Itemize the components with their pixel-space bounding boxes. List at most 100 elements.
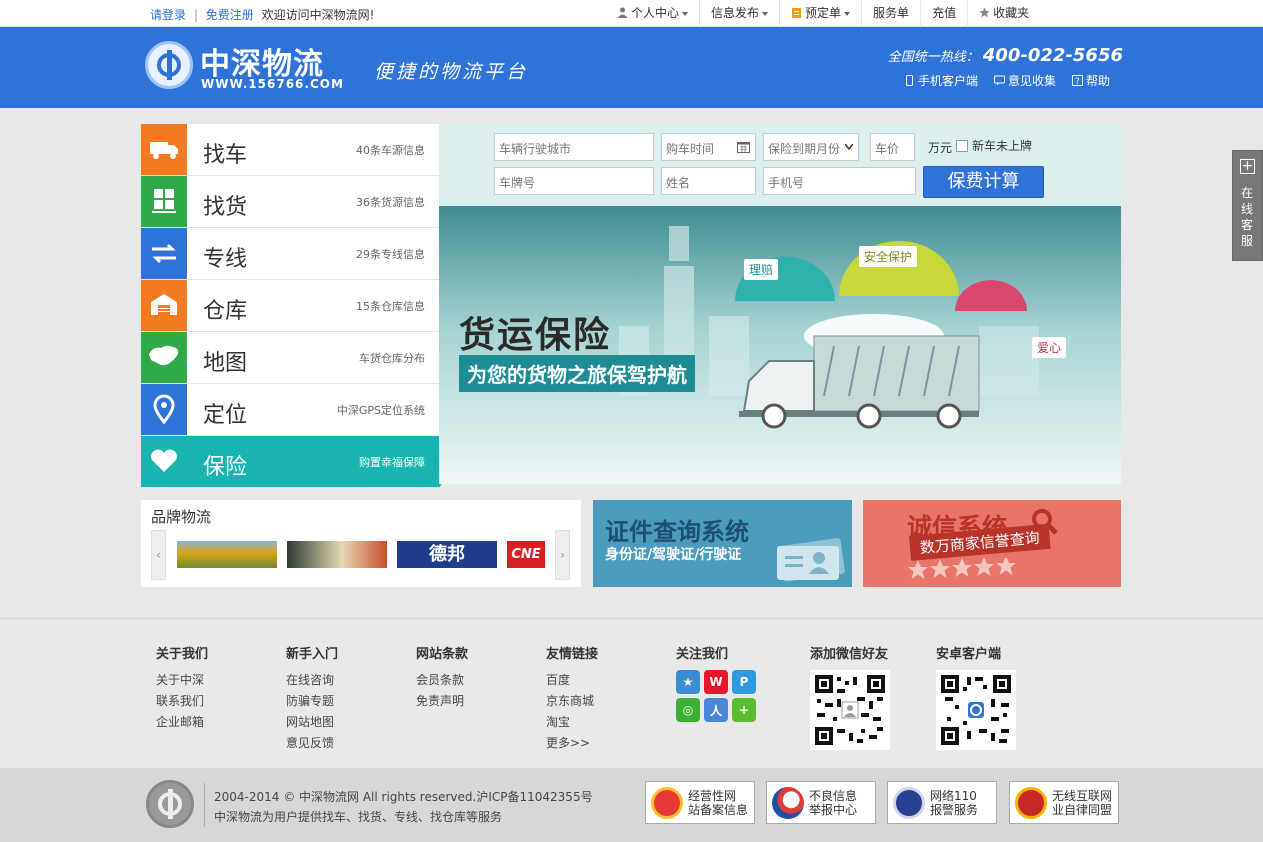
chevron-down-icon [762, 11, 769, 16]
nav-item-find-truck[interactable]: 找车 40条车源信息 [141, 124, 439, 176]
insurance-banner[interactable]: 货运保险 为您的货物之旅保驾护航 理赔 安全保护 爱心 [439, 206, 1121, 484]
city-input[interactable]: 车辆行驶城市 [494, 133, 654, 161]
renren-icon[interactable]: 人 [704, 698, 728, 722]
add-icon[interactable]: + [732, 698, 756, 722]
footer-link[interactable]: 免责声明 [416, 691, 468, 712]
badge-text: 网络110 报警服务 [930, 789, 978, 817]
footer-link[interactable]: 网站地图 [286, 712, 338, 733]
credit-system-box[interactable]: 诚信系统 数万商家信誉查询 [863, 500, 1121, 587]
truck-icon [141, 124, 187, 175]
badge-network-110[interactable]: 网络110 报警服务 [887, 781, 997, 824]
copyright-text: 2004-2014 © 中深物流网 All rights reserved.沪I… [214, 790, 593, 804]
footer-link[interactable]: 意见反馈 [286, 733, 338, 754]
wechat-qr-code [810, 670, 890, 750]
feedback-link[interactable]: 意见收集 [994, 72, 1056, 89]
new-car-checkbox[interactable]: 新车未上牌 [956, 137, 1032, 154]
top-bar: 请登录 | 免费注册 欢迎访问中深物流网! 个人中心 信息发布 预定单 服务单 … [0, 0, 1263, 27]
footer-link[interactable]: 京东商城 [546, 691, 598, 712]
brand-logistics: 品牌物流 ‹ 德邦 CNE › [141, 500, 581, 587]
footer-link[interactable]: 淘宝 [546, 712, 598, 733]
phone-input[interactable]: 手机号 [763, 167, 916, 195]
nav-info: 车货仓库分布 [359, 352, 425, 365]
badge-report-center[interactable]: 不良信息 举报中心 [766, 781, 876, 824]
nav-info: 15条仓库信息 [356, 300, 425, 313]
brand-logo-cne[interactable]: CNE [507, 541, 545, 568]
footer-link[interactable]: 联系我们 [156, 691, 208, 712]
insurance-calculator: 车辆行驶城市 购车时间 保险到期月份 车价 万元 新车未上牌 车牌号 姓名 手机… [439, 124, 1121, 206]
android-qr-code [936, 670, 1016, 750]
qzone-icon[interactable]: ★ [676, 670, 700, 694]
footer-link[interactable]: 百度 [546, 670, 598, 691]
cargo-icon [141, 176, 187, 227]
weibo-icon[interactable]: W [704, 670, 728, 694]
nav-item-location[interactable]: 定位 中深GPS定位系统 [141, 384, 439, 436]
logo-icon[interactable] [145, 41, 193, 89]
insurance-expiry-select[interactable]: 保险到期月份 [763, 133, 859, 161]
badge-text: 经营性网 站备案信息 [688, 789, 748, 817]
footer-link[interactable]: 企业邮箱 [156, 712, 208, 733]
footer-link[interactable]: 防骗专题 [286, 691, 338, 712]
login-link[interactable]: 请登录 [150, 8, 186, 22]
tencent-weibo-icon[interactable]: P [732, 670, 756, 694]
nav-label: 找货 [203, 195, 248, 220]
car-price-input[interactable]: 车价 [870, 133, 915, 161]
certificate-query-box[interactable]: 证件查询系统 身份证/驾驶证/行驶证 [593, 500, 852, 587]
badge-text: 不良信息 举报中心 [809, 789, 857, 817]
footer-col-title: 网站条款 [416, 647, 469, 662]
footer-link[interactable]: 更多>> [546, 733, 598, 754]
brand-title: 品牌物流 [151, 508, 212, 526]
location-icon [141, 384, 187, 435]
left-nav: 找车 40条车源信息 找货 36条货源信息 专线 29条专线信息 仓库 15条仓… [141, 124, 455, 488]
separator: | [193, 8, 198, 22]
footer-links: 关于我们 关于中深 联系我们 企业邮箱 新手入门 在线咨询 防骗专题 网站地图 … [0, 618, 1263, 768]
menu-service-order[interactable]: 服务单 [862, 0, 922, 27]
nav-item-special-line[interactable]: 专线 29条专线信息 [141, 228, 439, 280]
phone-icon [906, 75, 913, 86]
nav-item-insurance[interactable]: 保险 购置幸福保障 [141, 436, 455, 488]
bottom-bar: 2004-2014 © 中深物流网 All rights reserved.沪I… [0, 768, 1263, 842]
map-icon [141, 332, 187, 383]
nav-info: 29条专线信息 [356, 248, 425, 261]
brand-prev-button[interactable]: ‹ [151, 530, 166, 580]
badge-line: 经营性网 [688, 789, 737, 803]
footer-link[interactable]: 在线咨询 [286, 670, 338, 691]
menu-recharge[interactable]: 充值 [921, 0, 969, 27]
logo-url: WWW.156766.COM [201, 77, 344, 91]
brand-logo-deppon[interactable]: 德邦 [397, 541, 497, 568]
clipboard-icon [792, 8, 802, 18]
wechat-icon[interactable]: ◎ [676, 698, 700, 722]
calculate-premium-button[interactable]: 保费计算 [923, 166, 1044, 198]
cert-title: 证件查询系统 [605, 518, 749, 546]
menu-order[interactable]: 预定单 [780, 0, 863, 27]
hotline-number: 400-022-5656 [982, 45, 1123, 66]
help-link[interactable]: ? 帮助 [1072, 72, 1110, 89]
badge-business-record[interactable]: 经营性网 站备案信息 [645, 781, 755, 824]
brand-logo-food[interactable] [287, 541, 387, 568]
cert-subtitle: 身份证/驾驶证/行驶证 [605, 547, 742, 563]
badge-wireless-alliance[interactable]: 无线互联网 业自律同盟 [1009, 781, 1119, 824]
nav-info: 40条车源信息 [356, 144, 425, 157]
menu-personal-center[interactable]: 个人中心 [606, 0, 701, 27]
online-service-button[interactable]: + 在线客服 [1232, 150, 1263, 261]
mobile-client-link[interactable]: 手机客户端 [904, 72, 978, 89]
name-input[interactable]: 姓名 [661, 167, 756, 195]
menu-favorites[interactable]: 收藏夹 [968, 0, 1040, 27]
purchase-time-input[interactable]: 购车时间 [661, 133, 756, 161]
online-service-label: 在线客服 [1241, 186, 1254, 248]
nav-item-warehouse[interactable]: 仓库 15条仓库信息 [141, 280, 439, 332]
brand-logo-flowers[interactable] [177, 541, 277, 568]
footer-link[interactable]: 关于中深 [156, 670, 208, 691]
user-icon [617, 7, 628, 18]
footer-col-beginner: 新手入门 在线咨询 防骗专题 网站地图 意见反馈 [286, 643, 338, 754]
register-link[interactable]: 免费注册 [206, 8, 254, 22]
plate-number-input[interactable]: 车牌号 [494, 167, 654, 195]
checkbox-box[interactable] [956, 140, 968, 152]
footer-col-about: 关于我们 关于中深 联系我们 企业邮箱 [156, 643, 208, 733]
nav-item-map[interactable]: 地图 车货仓库分布 [141, 332, 439, 384]
warehouse-icon [141, 280, 187, 331]
brand-next-button[interactable]: › [555, 530, 570, 580]
footer-link[interactable]: 会员条款 [416, 670, 468, 691]
nav-item-find-cargo[interactable]: 找货 36条货源信息 [141, 176, 439, 228]
badge-line: 业自律同盟 [1052, 803, 1113, 817]
menu-info-publish[interactable]: 信息发布 [700, 0, 781, 27]
